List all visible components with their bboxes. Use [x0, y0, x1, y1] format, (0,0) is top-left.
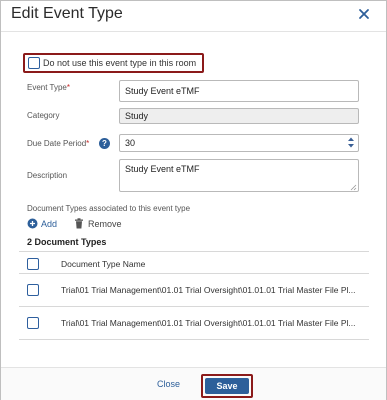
- table-row-divider: [19, 306, 369, 307]
- add-document-type-button[interactable]: Add: [41, 219, 57, 229]
- row-checkbox[interactable]: [27, 284, 39, 296]
- plus-circle-icon[interactable]: [27, 218, 38, 229]
- do-not-use-checkbox[interactable]: [28, 57, 40, 69]
- event-type-input[interactable]: Study Event eTMF: [119, 80, 359, 102]
- description-label: Description: [27, 171, 68, 180]
- save-button[interactable]: Save: [205, 378, 249, 394]
- dialog-title: Edit Event Type: [11, 5, 123, 22]
- trash-icon[interactable]: [74, 218, 84, 229]
- column-header-document-type-name: Document Type Name: [61, 259, 146, 269]
- due-date-period-input[interactable]: 30: [119, 134, 359, 152]
- table-bottom-divider: [19, 339, 369, 340]
- do-not-use-label: Do not use this event type in this room: [43, 58, 197, 68]
- select-all-checkbox[interactable]: [27, 258, 39, 270]
- table-header-divider: [19, 273, 369, 274]
- close-button[interactable]: Close: [157, 379, 180, 389]
- close-icon[interactable]: [356, 6, 372, 22]
- chevron-up-icon[interactable]: [347, 136, 355, 142]
- document-types-count: 2 Document Types: [27, 237, 107, 247]
- due-date-period-label: Due Date Period*: [27, 139, 90, 148]
- event-type-label: Event Type*: [27, 83, 71, 92]
- help-icon[interactable]: ?: [99, 138, 110, 149]
- remove-document-type-button[interactable]: Remove: [88, 219, 122, 229]
- row-checkbox[interactable]: [27, 317, 39, 329]
- edit-event-type-dialog: Edit Event Type Do not use this event ty…: [0, 0, 387, 400]
- dialog-header: Edit Event Type: [1, 1, 386, 32]
- resize-handle-icon[interactable]: [350, 184, 357, 191]
- document-type-name: Trial\01 Trial Management\01.01 Trial Ov…: [61, 285, 356, 295]
- dialog-footer: Close Save: [1, 367, 386, 400]
- document-type-name: Trial\01 Trial Management\01.01 Trial Ov…: [61, 318, 356, 328]
- document-types-section-label: Document Types associated to this event …: [27, 204, 191, 213]
- category-field: Study: [119, 108, 359, 124]
- table-top-divider: [19, 251, 369, 252]
- save-button-highlight: Save: [201, 374, 253, 398]
- category-label: Category: [27, 111, 60, 120]
- chevron-down-icon[interactable]: [347, 143, 355, 149]
- due-date-spinner[interactable]: [346, 136, 356, 150]
- description-textarea[interactable]: Study Event eTMF: [119, 159, 359, 192]
